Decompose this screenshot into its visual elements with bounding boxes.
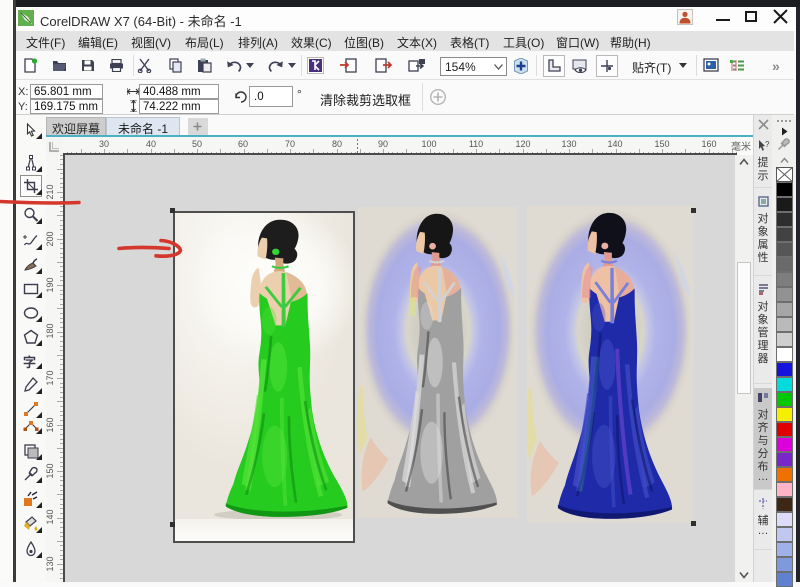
svg-text:?: ? bbox=[765, 140, 770, 149]
